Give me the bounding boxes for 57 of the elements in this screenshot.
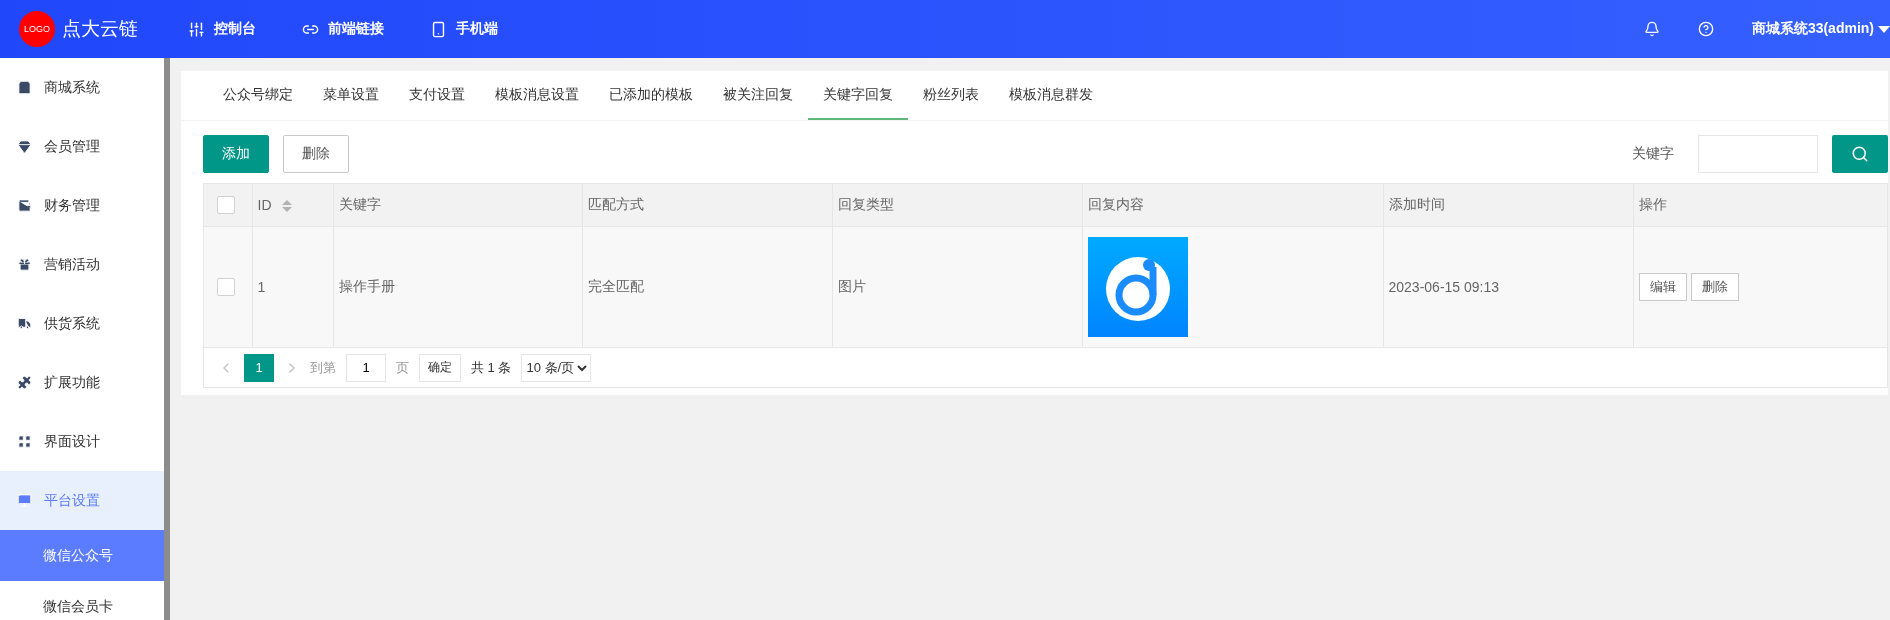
tab[interactable]: 支付设置 <box>394 71 480 120</box>
column-header: 回复类型 <box>837 195 894 212</box>
column-header: ID <box>257 196 272 213</box>
column-header: 匹配方式 <box>587 195 644 212</box>
column-header: 回复内容 <box>1087 195 1144 212</box>
tab[interactable]: 被关注回复 <box>708 71 808 120</box>
sliders-icon <box>188 20 205 38</box>
brand-name: 点大云链 <box>62 17 138 41</box>
total-count: 共 1 条 <box>471 358 512 377</box>
search-icon <box>1851 145 1869 163</box>
table-cell: 操作手册 <box>338 277 395 294</box>
tab[interactable]: 粉丝列表 <box>908 71 994 120</box>
puzzle-icon <box>17 375 32 390</box>
caret-icon <box>1878 25 1890 33</box>
monitor-icon <box>17 493 32 508</box>
edit-button[interactable]: 编辑 <box>1638 272 1687 301</box>
table-cell: 图片 <box>837 277 866 294</box>
nav-link[interactable]: 前端链接 <box>302 20 384 38</box>
tab[interactable]: 模板消息群发 <box>994 71 1108 120</box>
phone-icon <box>430 20 447 38</box>
sort-icon[interactable] <box>281 200 292 213</box>
tab[interactable]: 关键字回复 <box>808 71 908 120</box>
gift-icon <box>17 257 32 272</box>
logo-badge: LOGO <box>19 11 55 47</box>
tab[interactable]: 菜单设置 <box>308 71 394 120</box>
grid-icon <box>17 434 32 449</box>
table-cell: 完全匹配 <box>587 277 644 294</box>
nav-link[interactable]: 手机端 <box>430 20 498 38</box>
table-cell: 2023-06-15 09:13 <box>1388 278 1500 295</box>
add-button[interactable]: 添加 <box>203 135 269 173</box>
column-header: 关键字 <box>338 195 381 212</box>
table-cell: 1 <box>257 278 266 295</box>
nav-link[interactable]: 控制台 <box>188 20 256 38</box>
confirm-button[interactable]: 确定 <box>419 353 461 382</box>
sidebar-subitem[interactable]: 微信公众号 <box>0 530 164 581</box>
row-checkbox[interactable] <box>217 277 235 296</box>
search-button[interactable] <box>1832 135 1888 173</box>
gem-icon <box>17 139 32 154</box>
help-icon[interactable] <box>1697 21 1714 37</box>
tab[interactable]: 已添加的模板 <box>594 71 708 120</box>
goto-label: 到第 <box>310 358 336 377</box>
delete-button[interactable]: 删除 <box>283 135 349 173</box>
tab[interactable]: 公众号绑定 <box>208 71 308 120</box>
user-menu[interactable]: 商城系统33(admin) <box>1751 20 1890 38</box>
search-field[interactable] <box>1698 135 1818 173</box>
notification-icon[interactable] <box>1643 21 1660 37</box>
search-label: 关键字 <box>1632 145 1674 163</box>
tab[interactable]: 模板消息设置 <box>480 71 594 120</box>
column-header: 添加时间 <box>1388 195 1445 212</box>
page-input[interactable]: 1 <box>346 353 386 382</box>
column-header: 操作 <box>1638 195 1667 212</box>
app-logo-icon <box>1087 236 1188 337</box>
select-all-checkbox[interactable] <box>217 195 235 214</box>
delete-button[interactable]: 删除 <box>1690 272 1739 301</box>
page-number[interactable]: 1 <box>244 353 274 382</box>
page-size-select[interactable]: 10 条/页 <box>521 353 592 382</box>
page-unit: 页 <box>396 358 409 377</box>
